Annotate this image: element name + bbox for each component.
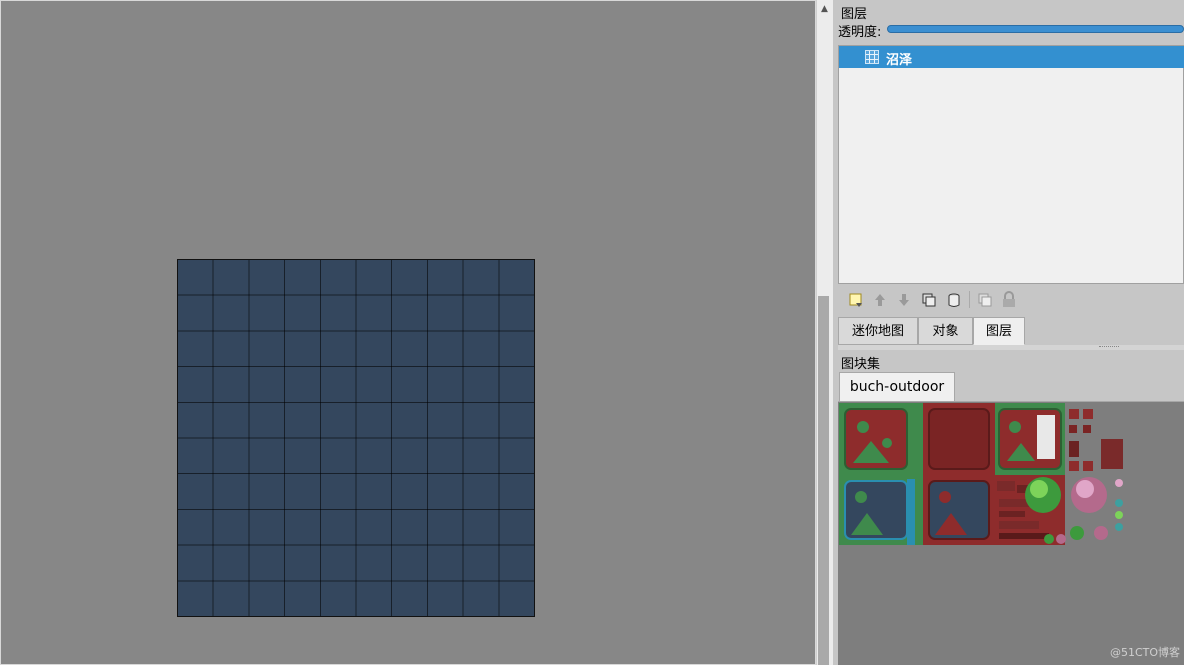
delete-layer-icon[interactable] bbox=[945, 291, 963, 309]
new-layer-icon[interactable] bbox=[848, 291, 866, 309]
tab-objects[interactable]: 对象 bbox=[918, 317, 973, 345]
raise-layer-icon[interactable] bbox=[871, 291, 889, 309]
layers-panel-title: 图层 bbox=[841, 7, 868, 22]
tab-minimap[interactable]: 迷你地图 bbox=[838, 317, 918, 345]
tab-layers[interactable]: 图层 bbox=[973, 317, 1025, 345]
duplicate-layer-icon[interactable] bbox=[920, 291, 938, 309]
lower-layer-icon[interactable] bbox=[895, 291, 913, 309]
tile-map-grid[interactable] bbox=[177, 259, 535, 617]
layer-list[interactable] bbox=[838, 45, 1184, 284]
splitter-grip-icon bbox=[1099, 346, 1119, 348]
opacity-label: 透明度: bbox=[838, 25, 882, 40]
tab-tileset-buch-outdoor[interactable]: buch-outdoor bbox=[839, 372, 955, 402]
watermark: @51CTO博客 bbox=[1110, 646, 1181, 659]
scrollbar-thumb[interactable] bbox=[818, 296, 829, 665]
scroll-up-arrow-icon[interactable]: ▲ bbox=[816, 0, 833, 18]
dock-splitter[interactable] bbox=[838, 345, 1184, 350]
lock-icon[interactable] bbox=[1000, 291, 1018, 309]
opacity-slider[interactable] bbox=[887, 25, 1184, 33]
tileset-image[interactable] bbox=[839, 403, 1125, 545]
layer-name: 沼泽 bbox=[886, 53, 913, 68]
tile-layer-icon bbox=[865, 50, 879, 64]
toolbar-separator bbox=[969, 291, 970, 308]
toggle-others-icon[interactable] bbox=[976, 291, 994, 309]
tileset-panel-title: 图块集 bbox=[841, 357, 881, 372]
